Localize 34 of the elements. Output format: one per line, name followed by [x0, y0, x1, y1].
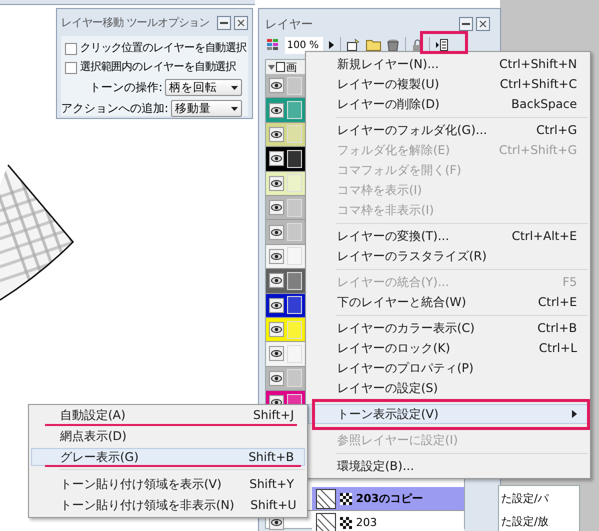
menu-item[interactable]: トーン貼り付け領域を表示(V) Shift+Y: [31, 475, 305, 493]
field-label: アクションへの追加:: [61, 100, 168, 117]
menu-item[interactable]: トーン表示設定(V): [308, 404, 588, 424]
side-panel-text: た設定/放: [501, 514, 550, 530]
menu-item[interactable]: レイヤーのラスタライズ(R): [308, 246, 588, 266]
side-panel-text: た設定/パ: [501, 491, 550, 507]
menu-item[interactable]: 環境設定(B)...: [308, 456, 588, 476]
checkbox-label: 選択範囲内のレイヤーを自動選択: [80, 59, 236, 76]
menu-item[interactable]: レイヤーのカラー表示(C) Ctrl+B: [308, 318, 588, 338]
layer-name: 203: [356, 514, 377, 531]
menu-item[interactable]: 網点表示(D): [31, 427, 305, 445]
menu-item[interactable]: 自動設定(A) Shift+J: [31, 406, 305, 424]
checkbox-label: クリック位置のレイヤーを自動選択: [80, 40, 246, 56]
menu-item[interactable]: レイヤーの設定(S): [308, 378, 588, 398]
menu-item[interactable]: レイヤーのプロパティ(P): [308, 358, 588, 378]
dropdown[interactable]: 柄を回転: [165, 79, 242, 96]
menu-item[interactable]: レイヤーの変換(T)... Ctrl+Alt+E: [308, 226, 588, 246]
menu-item[interactable]: グレー表示(G) Shift+B: [31, 448, 305, 466]
menu-item[interactable]: 新規レイヤー(N)... Ctrl+Shift+N: [308, 54, 588, 74]
menu-item[interactable]: トーン貼り付け領域を非表示(N) Shift+U: [31, 496, 305, 514]
layer-row[interactable]: 203: [312, 511, 464, 531]
panel-title: レイヤー移動 ツールオプション: [61, 14, 210, 31]
menu-item[interactable]: レイヤーの複製(U) Ctrl+Shift+C: [308, 74, 588, 94]
layer-header-text: 画: [286, 62, 297, 72]
opacity-field[interactable]: 100 %: [285, 36, 323, 54]
layer-name: 203のコピー: [356, 490, 423, 507]
menu-item[interactable]: レイヤーのロック(K) Ctrl+L: [308, 338, 588, 358]
panel-title: レイヤー: [265, 16, 313, 33]
field-label: トーンの操作:: [90, 78, 162, 96]
menu-item[interactable]: レイヤーのフォルダ化(G)... Ctrl+G: [308, 120, 588, 140]
dropdown[interactable]: 移動量: [170, 100, 242, 117]
layer-row[interactable]: 203のコピー: [312, 487, 464, 510]
menu-item[interactable]: 下のレイヤーと統合(W) Ctrl+E: [308, 292, 588, 312]
menu-item[interactable]: レイヤーの削除(D) BackSpace: [308, 94, 588, 114]
